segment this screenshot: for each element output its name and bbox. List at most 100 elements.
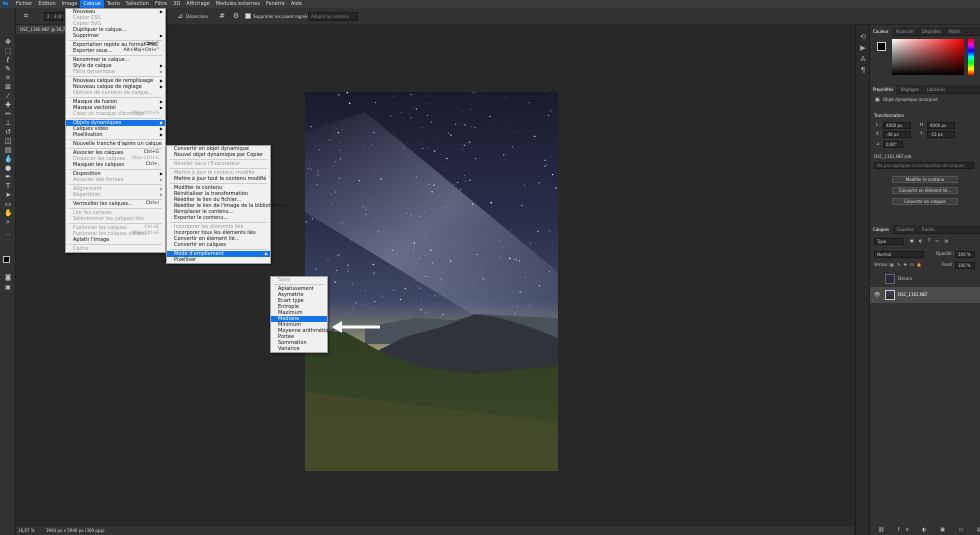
menu-affichage[interactable]: Affichage	[183, 0, 213, 8]
paragraph-icon[interactable]: ¶	[859, 66, 867, 74]
brush-tool-icon[interactable]: ✏	[4, 110, 12, 118]
menu-modules-externes[interactable]: Modules externes	[213, 0, 263, 8]
tab-traces[interactable]: Tracés	[918, 225, 937, 234]
star	[342, 129, 343, 131]
document-info[interactable]: 3964 px x 5946 px (300 ppp)	[46, 526, 105, 535]
menu-item-pixelliser[interactable]: Pixelliser	[167, 257, 270, 263]
tab-couleur[interactable]: Couleur	[870, 27, 892, 36]
character-icon[interactable]: A	[859, 55, 867, 63]
layer-row-selected[interactable]: 👁 DSC_1161.NEF	[870, 287, 980, 303]
type-tool-icon[interactable]: T	[4, 182, 12, 190]
marquee-tool-icon[interactable]: ⬚	[4, 47, 12, 55]
straighten-label[interactable]: Désincliner	[186, 12, 208, 21]
eyedropper-tool-icon[interactable]: ⁄	[4, 92, 12, 100]
eye-icon[interactable]: 👁	[874, 292, 880, 298]
tab-librairies[interactable]: Librairies	[924, 85, 948, 94]
star	[474, 157, 477, 160]
zoom-level[interactable]: 16,67 %	[18, 526, 35, 535]
y-field[interactable]: -53 px	[927, 131, 955, 138]
layer-name[interactable]: Décors	[898, 276, 912, 282]
star	[515, 259, 517, 261]
x-field[interactable]: -46 px	[883, 131, 911, 138]
width-field[interactable]: 4000 px	[883, 122, 911, 129]
menu-selection[interactable]: Sélection	[123, 0, 152, 8]
foreground-color-swatch[interactable]	[3, 256, 10, 263]
more-tools-icon[interactable]: …	[4, 230, 12, 238]
dodge-tool-icon[interactable]: ●	[4, 164, 12, 172]
star	[392, 95, 394, 97]
foreground-color-swatch[interactable]	[877, 42, 886, 51]
lasso-tool-icon[interactable]: ℓ	[4, 56, 12, 64]
menu-image[interactable]: Image	[59, 0, 81, 8]
tab-calques[interactable]: Calques	[870, 225, 892, 234]
star	[426, 93, 428, 95]
tab-degrades[interactable]: Dégradés	[919, 27, 944, 36]
hue-slider[interactable]	[968, 39, 974, 75]
star	[347, 313, 349, 315]
tab-nuancier[interactable]: Nuancier	[893, 27, 917, 36]
content-aware-checkbox[interactable]: Adapté au contenu	[308, 12, 358, 21]
menu-3d[interactable]: 3D	[170, 0, 183, 8]
layer-row[interactable]: Décors	[870, 272, 980, 286]
edit-contents-button[interactable]: Modifier le contenu	[892, 176, 958, 183]
history-brush-tool-icon[interactable]: ↺	[4, 128, 12, 136]
menu-bar: Ps Fichier Edition Image Calque Texte Sélecti…	[0, 0, 980, 8]
tab-couches[interactable]: Couches	[894, 225, 917, 234]
history-icon[interactable]: ⟲	[859, 33, 867, 41]
menu-filtre[interactable]: Filtre	[152, 0, 170, 8]
crop-tool-icon[interactable]: ⌗	[22, 12, 30, 20]
fill-field[interactable]: 100 %	[955, 262, 975, 269]
gear-icon[interactable]: ⚙	[232, 12, 240, 20]
quick-mask-icon[interactable]: ◙	[4, 274, 12, 282]
star	[438, 186, 439, 188]
path-selection-tool-icon[interactable]: ➤	[4, 191, 12, 199]
convert-to-linked-button[interactable]: Convertir en élément lié...	[892, 187, 958, 194]
star	[335, 269, 338, 272]
quick-selection-tool-icon[interactable]: ✎	[4, 65, 12, 73]
pen-tool-icon[interactable]: ✒	[4, 173, 12, 181]
layer-filter-select[interactable]: Type	[874, 238, 904, 245]
menu-edition[interactable]: Edition	[35, 0, 58, 8]
menu-fichier[interactable]: Fichier	[13, 0, 35, 8]
blur-tool-icon[interactable]: 💧	[4, 155, 13, 163]
star	[318, 149, 320, 151]
star	[317, 174, 319, 176]
opacity-field[interactable]: 100 %	[955, 251, 975, 258]
filter-icons[interactable]: ▣ ◐ T ▭ ▤	[910, 238, 950, 244]
angle-field[interactable]: 0,00°	[883, 141, 903, 148]
layer-name[interactable]: DSC_1161.NEF	[898, 292, 928, 298]
tab-motifs[interactable]: Motifs	[946, 27, 964, 36]
hand-tool-icon[interactable]: ✋	[4, 209, 13, 217]
healing-brush-tool-icon[interactable]: ✚	[4, 101, 12, 109]
clone-stamp-tool-icon[interactable]: ⊥	[4, 119, 12, 127]
screen-mode-icon[interactable]: ▣	[4, 284, 12, 292]
crop-tool-icon[interactable]: ⌗	[4, 74, 12, 82]
menu-calque[interactable]: Calque	[80, 0, 104, 8]
gradient-tool-icon[interactable]: ▤	[4, 146, 12, 154]
straighten-icon[interactable]: ⊿	[176, 12, 184, 20]
menu-item-variance[interactable]: Variance	[271, 346, 327, 352]
blend-mode-select[interactable]: Normal	[874, 251, 924, 258]
height-field[interactable]: 6000 px	[927, 122, 955, 129]
convert-to-layers-button[interactable]: Convertir en calques	[892, 198, 958, 205]
eraser-tool-icon[interactable]: ◫	[4, 137, 12, 145]
tab-reglages[interactable]: Réglages	[898, 85, 922, 94]
star	[322, 141, 324, 143]
layer-panel-footer-icons[interactable]: ⛓ fx ◐ ▣ ▭ ▤ 🗑	[878, 527, 980, 533]
lock-icons[interactable]: ▦ ✎ ✥ ⊡ 🔒	[890, 262, 923, 268]
move-tool-icon[interactable]: ✥	[4, 38, 12, 46]
overlay-grid-icon[interactable]: #	[218, 12, 226, 20]
menu-aide[interactable]: Aide	[288, 0, 305, 8]
star	[529, 242, 531, 244]
delete-pixels-checkbox[interactable]	[245, 13, 251, 19]
menu-texte[interactable]: Texte	[104, 0, 123, 8]
rectangle-tool-icon[interactable]: ▭	[4, 200, 12, 208]
frame-tool-icon[interactable]: ⊠	[4, 83, 12, 91]
actions-icon[interactable]: ▶	[859, 44, 867, 52]
zoom-tool-icon[interactable]: ⌕	[4, 218, 12, 226]
color-field[interactable]	[892, 39, 964, 75]
star	[338, 141, 340, 143]
layer-comp-select[interactable]: Ne pas appliquer la composition de calqu…	[874, 162, 974, 169]
tab-proprietes[interactable]: Propriétés	[870, 85, 897, 94]
menu-fenetre[interactable]: Fenêtre	[263, 0, 288, 8]
